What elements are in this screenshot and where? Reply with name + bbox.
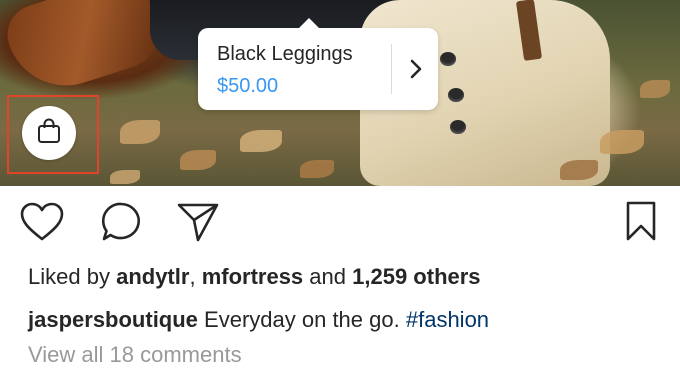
heart-icon[interactable] bbox=[18, 200, 66, 244]
likes-separator: , bbox=[189, 264, 196, 289]
paper-plane-icon[interactable] bbox=[174, 200, 222, 244]
photo-leaf bbox=[600, 130, 644, 154]
chevron-right-icon[interactable] bbox=[400, 50, 432, 88]
caption-hashtag[interactable]: #fashion bbox=[406, 307, 489, 332]
bookmark-icon[interactable] bbox=[620, 198, 662, 244]
likes-summary: Liked by andytlr, mfortress and 1,259 ot… bbox=[28, 264, 481, 290]
photo-leaf bbox=[180, 150, 216, 170]
post-caption: jaspersboutique Everyday on the go. #fas… bbox=[28, 307, 489, 333]
product-tag-title: Black Leggings bbox=[217, 43, 353, 65]
view-comments-link[interactable]: View all 18 comments bbox=[28, 342, 242, 368]
photo-leaf bbox=[640, 80, 670, 98]
photo-leaf bbox=[240, 130, 282, 152]
photo-coat-button bbox=[440, 52, 456, 66]
photo-leaf bbox=[120, 120, 160, 144]
likes-conjunction: and bbox=[309, 264, 347, 289]
product-tag[interactable]: Black Leggings $50.00 bbox=[198, 18, 438, 110]
post-photo[interactable]: Black Leggings $50.00 bbox=[0, 0, 680, 186]
shopping-bag-button[interactable] bbox=[22, 106, 76, 160]
post-action-bar bbox=[0, 186, 680, 252]
photo-leaf bbox=[560, 160, 598, 180]
likes-others-link[interactable]: 1,259 others bbox=[352, 264, 480, 289]
caption-username[interactable]: jaspersboutique bbox=[28, 307, 198, 332]
photo-coat-button bbox=[450, 120, 466, 134]
product-tag-price: $50.00 bbox=[217, 75, 279, 97]
photo-leaf bbox=[300, 160, 334, 178]
photo-leaf bbox=[110, 170, 140, 184]
liker-username-andytlr[interactable]: andytlr bbox=[116, 264, 189, 289]
product-tag-divider bbox=[391, 44, 392, 94]
caption-text: Everyday on the go. bbox=[204, 307, 400, 332]
shopping-bag-icon bbox=[36, 117, 62, 150]
likes-prefix: Liked by bbox=[28, 264, 110, 289]
photo-boot bbox=[0, 0, 171, 101]
comment-bubble-icon[interactable] bbox=[98, 200, 144, 244]
photo-coat-button bbox=[448, 88, 464, 102]
liker-username-mfortress[interactable]: mfortress bbox=[202, 264, 303, 289]
